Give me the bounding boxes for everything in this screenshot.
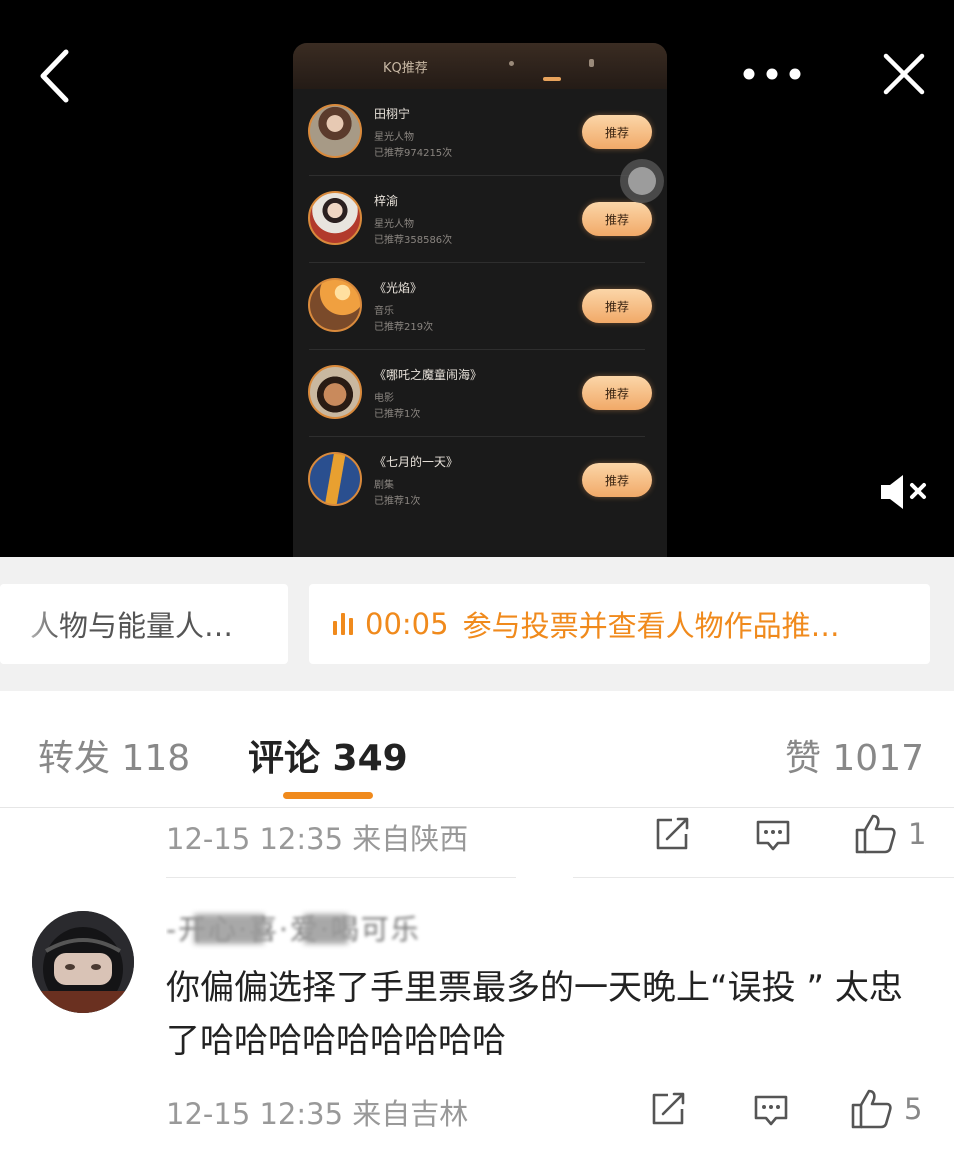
- mute-button[interactable]: [872, 462, 936, 522]
- like-count: 5: [904, 1092, 923, 1126]
- more-icon: [743, 68, 801, 80]
- video-frame-phone-screen: KQ推荐 田栩宁 星光人物 已推荐974215次 推荐 梓渝 星光人物 已推荐3…: [293, 43, 667, 557]
- recommend-button[interactable]: 推荐: [582, 463, 652, 497]
- recommend-name: 《哪吒之魔童闹海》: [374, 368, 483, 382]
- recommend-avatar: [308, 365, 362, 419]
- like-button[interactable]: 5: [850, 1089, 922, 1129]
- recommend-avatar: [308, 278, 362, 332]
- recommend-avatar: [308, 452, 362, 506]
- back-button[interactable]: [24, 44, 84, 108]
- audio-bars-icon: [333, 613, 353, 635]
- tab-comment[interactable]: 评论 349: [248, 729, 408, 781]
- active-tab-indicator: [283, 792, 373, 799]
- audio-time: 00:05: [365, 607, 449, 641]
- repost-comment-button[interactable]: [652, 814, 692, 854]
- comment-icon: [756, 820, 790, 851]
- more-button[interactable]: [734, 54, 810, 94]
- topic-chip-left[interactable]: 人物与能量人…: [0, 584, 288, 664]
- recommend-button[interactable]: 推荐: [582, 289, 652, 323]
- recommend-count: 已推荐974215次: [374, 148, 453, 159]
- back-icon: [40, 49, 69, 103]
- recommend-row: 梓渝 星光人物 已推荐358586次 推荐: [293, 176, 667, 263]
- phone-header: KQ推荐: [293, 43, 667, 89]
- recommend-count: 已推荐219次: [374, 322, 434, 333]
- phone-title: KQ推荐: [383, 61, 428, 76]
- comment-text: 你偏偏选择了手里票最多的一天晚上“误投 ” 太忠了哈哈哈哈哈哈哈哈哈: [166, 968, 903, 1061]
- recommend-category: 星光人物: [374, 219, 414, 230]
- touch-indicator: [620, 159, 664, 203]
- share-icon: [656, 817, 689, 850]
- comment-time-location: 12-15 12:35 来自陕西: [166, 822, 469, 856]
- recommend-row: 《哪吒之魔童闹海》 电影 已推荐1次 推荐: [293, 350, 667, 437]
- tab-repost[interactable]: 转发 118: [38, 729, 190, 781]
- recommend-category: 剧集: [374, 480, 394, 491]
- comment-meta-row: 12-15 12:35 来自吉林 5: [166, 1083, 930, 1139]
- recommend-category: 星光人物: [374, 132, 414, 143]
- comment-time-location: 12-15 12:35 来自吉林: [166, 1097, 469, 1131]
- recommend-name: 梓渝: [374, 194, 399, 208]
- header-dot: [589, 59, 594, 67]
- divider: [573, 877, 954, 878]
- like-button[interactable]: 1: [854, 814, 926, 854]
- recommend-row: 田栩宁 星光人物 已推荐974215次 推荐: [293, 89, 667, 176]
- recommend-count: 已推荐1次: [374, 496, 421, 507]
- recommend-row: 《光焰》 音乐 已推荐219次 推荐: [293, 263, 667, 350]
- interaction-tabs: 转发 118 评论 349 赞 1017: [0, 691, 954, 808]
- recommend-category: 电影: [374, 393, 394, 404]
- header-indicator: [543, 77, 561, 81]
- reply-button[interactable]: [753, 814, 793, 854]
- avatar[interactable]: [32, 911, 134, 1013]
- share-icon: [652, 1092, 685, 1125]
- video-player[interactable]: KQ推荐 田栩宁 星光人物 已推荐974215次 推荐 梓渝 星光人物 已推荐3…: [0, 0, 954, 557]
- close-icon: [883, 53, 925, 95]
- comment-username-blurred[interactable]: -开心·喜·爱·喝可乐: [166, 908, 422, 950]
- thumbs-up-icon: [855, 814, 896, 854]
- divider: [166, 877, 516, 878]
- recommend-category: 音乐: [374, 306, 394, 317]
- topic-chip-label: 参与投票并查看人物作品推…: [462, 609, 840, 643]
- close-button[interactable]: [872, 42, 936, 106]
- comment-icon: [754, 1095, 788, 1126]
- recommend-avatar: [308, 104, 362, 158]
- recommend-count: 已推荐1次: [374, 409, 421, 420]
- header-dot: [509, 61, 514, 66]
- recommend-avatar: [308, 191, 362, 245]
- comment-meta-row: 12-15 12:35 来自陕西 1: [166, 808, 930, 864]
- recommend-name: 《光焰》: [374, 281, 423, 295]
- recommend-count: 已推荐358586次: [374, 235, 453, 246]
- recommend-row: 《七月的一天》 剧集 已推荐1次 推荐: [293, 437, 667, 524]
- repost-comment-button[interactable]: [648, 1089, 688, 1129]
- topic-strip: 人物与能量人… 00:05 参与投票并查看人物作品推…: [0, 557, 954, 691]
- topic-chip-label: 人物与能量人…: [30, 609, 234, 643]
- recommend-button[interactable]: 推荐: [582, 376, 652, 410]
- tab-like[interactable]: 赞 1017: [785, 729, 924, 781]
- thumbs-up-icon: [851, 1089, 892, 1129]
- reply-button[interactable]: [751, 1089, 791, 1129]
- recommend-name: 田栩宁: [374, 107, 411, 121]
- topic-chip-audio[interactable]: 00:05 参与投票并查看人物作品推…: [309, 584, 930, 664]
- recommend-name: 《七月的一天》: [374, 455, 459, 469]
- like-count: 1: [908, 817, 927, 851]
- recommend-button[interactable]: 推荐: [582, 202, 652, 236]
- helmet-avatar-image: [32, 911, 134, 1013]
- mute-icon: [881, 475, 926, 509]
- recommend-button[interactable]: 推荐: [582, 115, 652, 149]
